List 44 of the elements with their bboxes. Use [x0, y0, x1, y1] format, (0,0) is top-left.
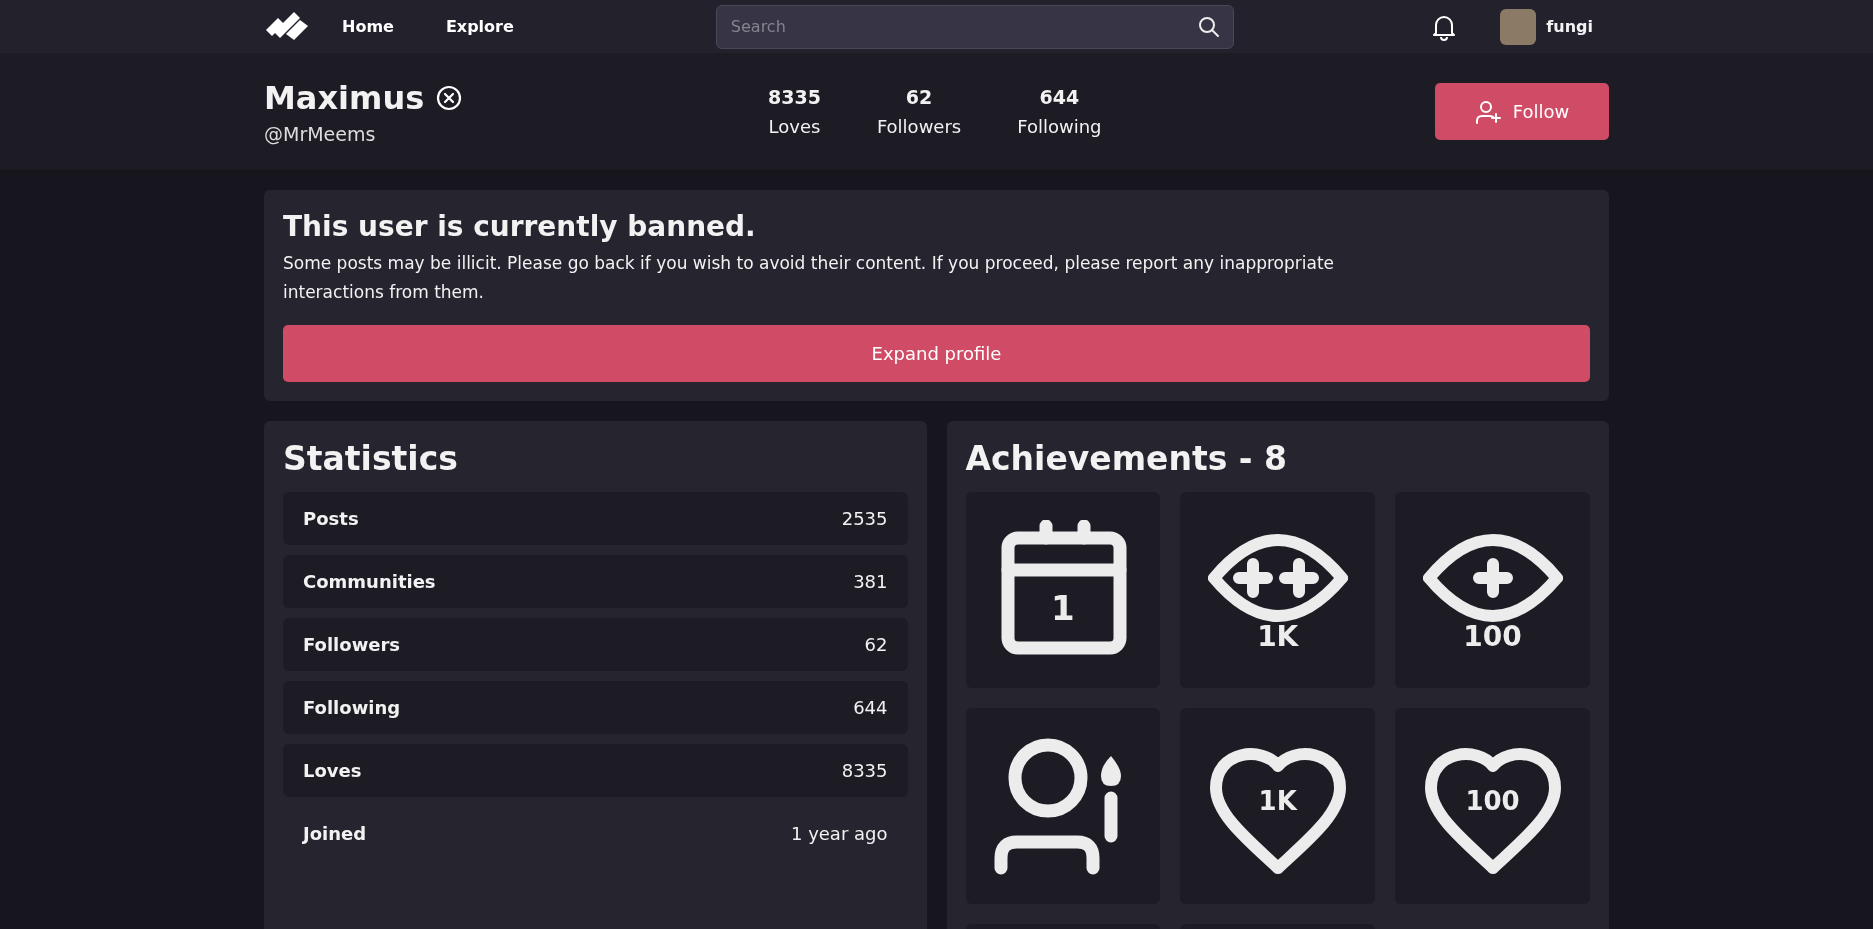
stat-label: Joined — [303, 823, 367, 844]
achievement-label: 1 — [1050, 588, 1076, 628]
stat-value: 8335 — [841, 760, 888, 781]
count-label: Loves — [768, 116, 821, 137]
expand-profile-button[interactable]: Expand profile — [283, 325, 1590, 382]
panel-title: Achievements - 8 — [965, 439, 1288, 478]
achievement-card[interactable]: 100 — [1395, 708, 1590, 904]
search-icon[interactable] — [1197, 15, 1220, 38]
count-label: Following — [1017, 116, 1102, 137]
achievement-label: 1K — [1256, 620, 1300, 653]
username[interactable]: fungi — [1546, 17, 1593, 36]
ban-message: Some posts may be illicit. Please go back if you wish to avoid their content. If you proceed, please report any inappropriate interactions from them. — [283, 252, 1336, 304]
achievement-card[interactable]: 1K — [1180, 492, 1376, 688]
count-label: Followers — [876, 116, 962, 137]
achievement-label: 100 — [1464, 786, 1521, 816]
user-plus-icon — [1474, 98, 1501, 125]
count-value: 62 — [905, 86, 933, 108]
stat-label: Posts — [303, 508, 359, 529]
nav-link[interactable]: Home — [342, 17, 394, 36]
stat-value: 644 — [853, 697, 888, 718]
panel-title: Statistics — [283, 439, 459, 478]
count-value: 644 — [1039, 86, 1080, 108]
follow-button[interactable]: Follow — [1435, 83, 1609, 140]
stat-label: Following — [303, 697, 401, 718]
stat-label: Communities — [303, 571, 436, 592]
profile-handle: @MrMeems — [264, 122, 377, 145]
stat-label: Loves — [303, 760, 362, 781]
achievement-card[interactable]: 100 — [1395, 492, 1590, 688]
achievement-label: 100 — [1462, 620, 1523, 653]
ban-title: This user is currently banned. — [283, 210, 757, 243]
stat-value: 2535 — [841, 508, 888, 529]
achievement-card[interactable] — [965, 708, 1161, 904]
count-value: 8335 — [768, 86, 821, 108]
stat-value: 1 year ago — [790, 823, 888, 844]
achievement-label: 1K — [1257, 786, 1299, 816]
achievement-card[interactable]: 1 — [965, 492, 1161, 688]
stat-value: 62 — [864, 634, 888, 655]
profile-name: Maximus — [264, 78, 425, 117]
stat-label: Followers — [303, 634, 401, 655]
avatar-photo-placeholder[interactable] — [1500, 8, 1537, 45]
stat-value: 381 — [853, 571, 888, 592]
achievement-card[interactable]: 1K — [1180, 708, 1376, 904]
search-field[interactable]: Search — [715, 4, 1234, 49]
nav-link[interactable]: Explore — [445, 17, 514, 36]
